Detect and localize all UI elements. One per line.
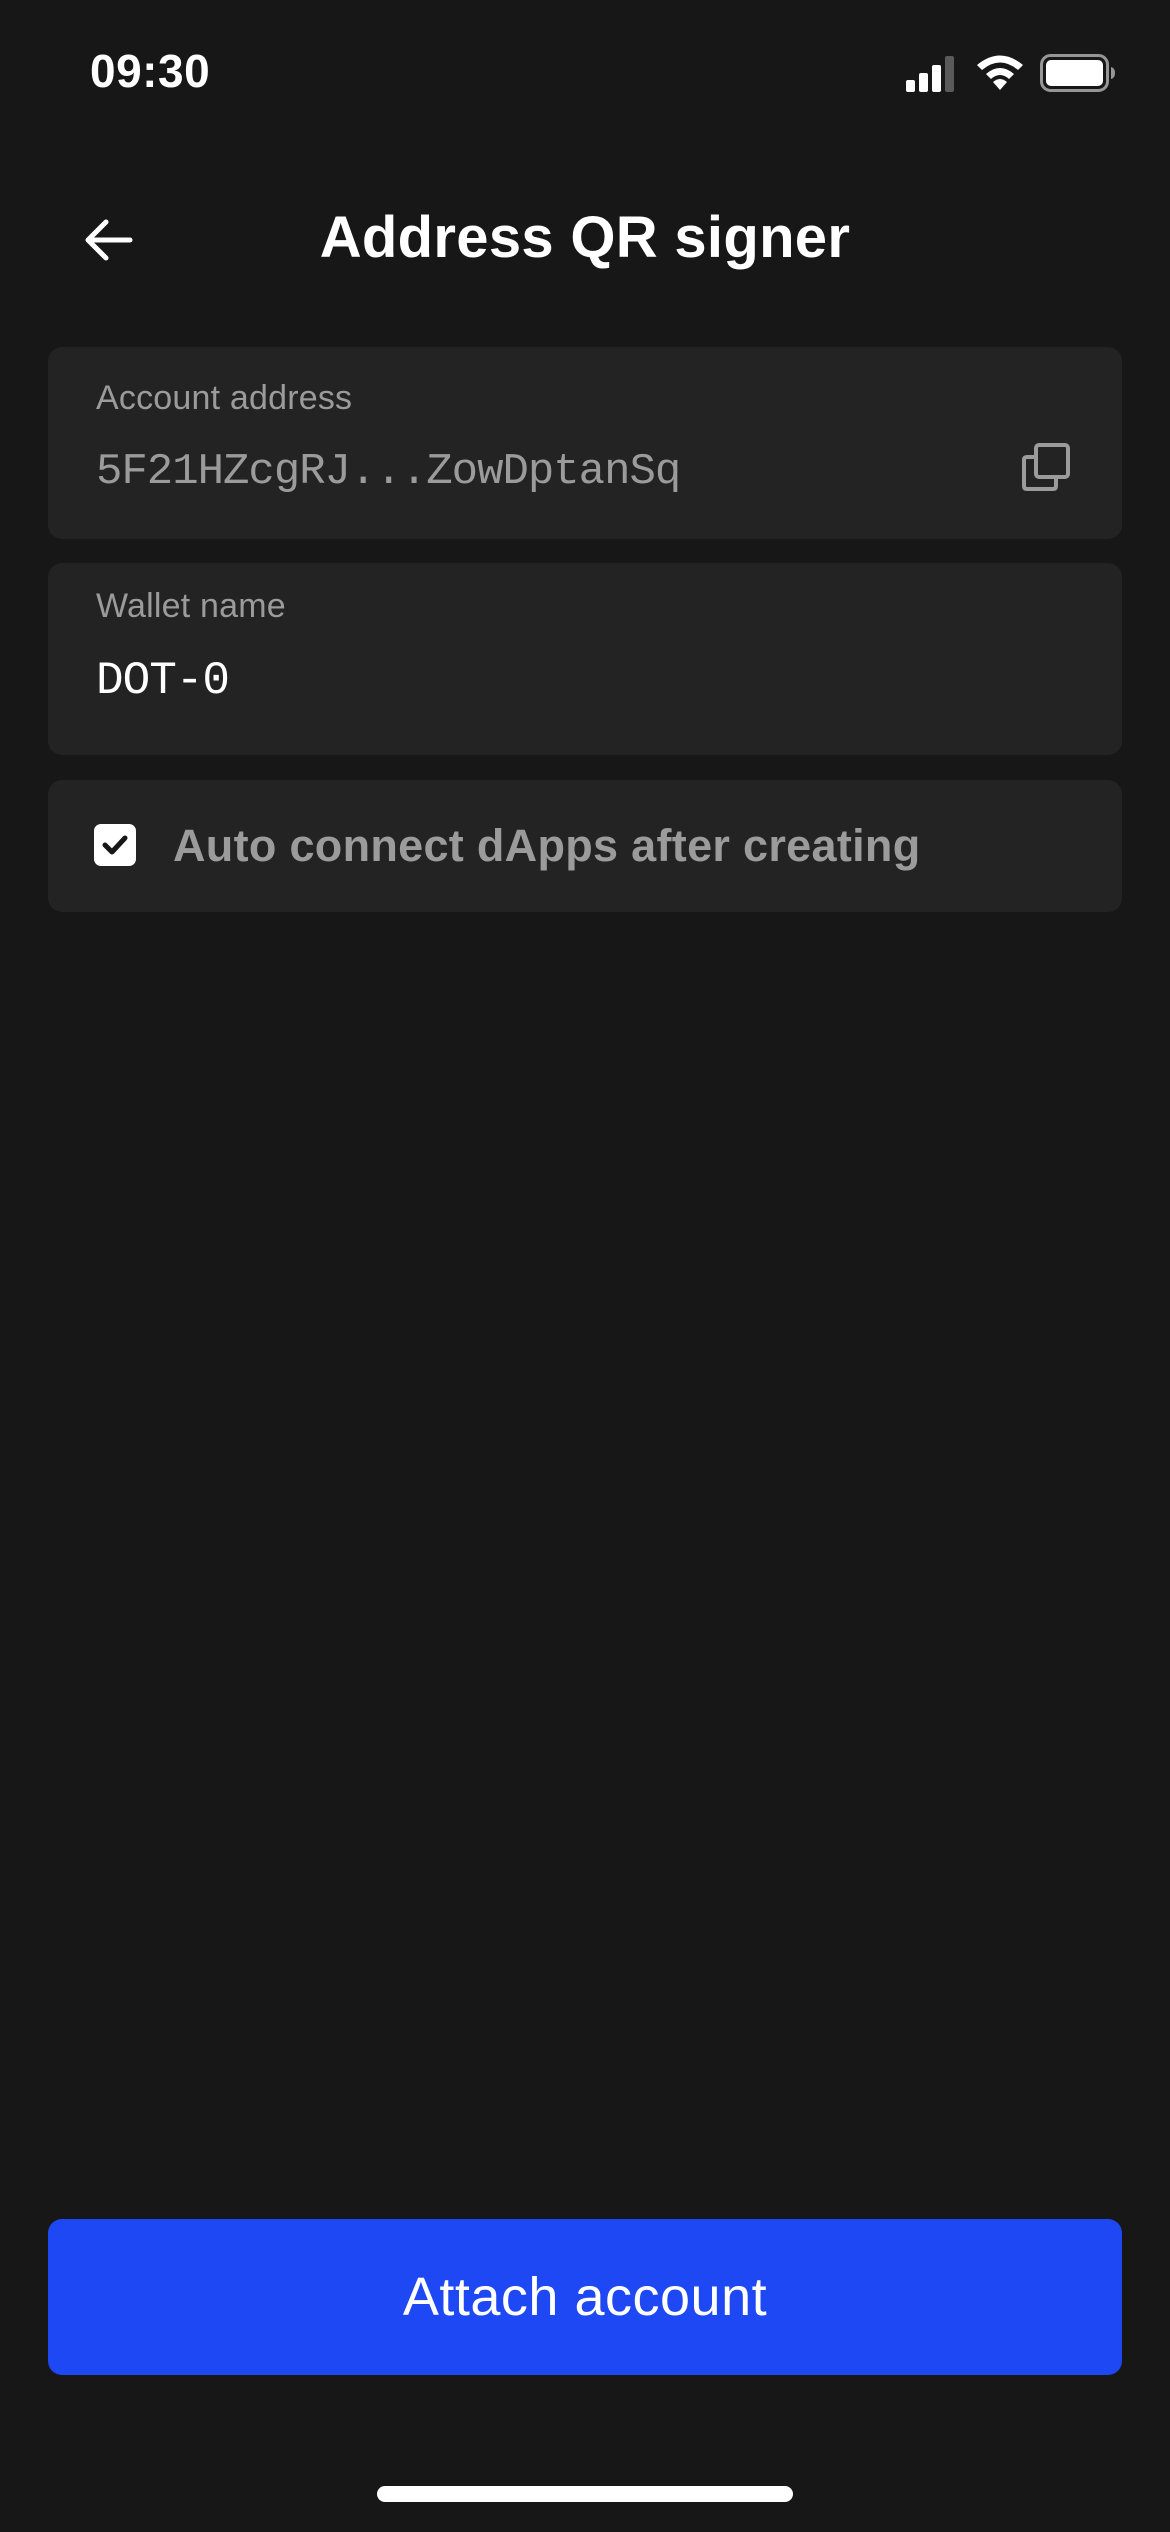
header: Address QR signer: [0, 190, 1170, 290]
account-address-value: 5F21HZcgRJ...ZowDptanSq: [96, 447, 681, 497]
wallet-name-label: Wallet name: [96, 587, 286, 625]
account-address-label: Account address: [96, 379, 353, 417]
attach-account-button[interactable]: Attach account: [48, 2219, 1122, 2375]
signal-icon: [906, 56, 954, 92]
account-address-card: Account address 5F21HZcgRJ...ZowDptanSq: [48, 347, 1122, 539]
auto-connect-checkbox[interactable]: [94, 824, 136, 866]
home-indicator: [377, 2486, 793, 2502]
wallet-name-input[interactable]: [96, 655, 1056, 707]
page-title: Address QR signer: [319, 205, 851, 270]
wallet-name-card: Wallet name: [48, 563, 1122, 755]
checkmark-icon: [102, 835, 128, 855]
auto-connect-label[interactable]: Auto connect dApps after creating: [173, 820, 920, 872]
copy-address-button[interactable]: [1020, 441, 1072, 493]
copy-icon: [1022, 443, 1070, 491]
status-time: 09:30: [90, 45, 211, 97]
battery-icon: [1040, 54, 1115, 92]
status-bar: 09:30: [0, 0, 1170, 150]
auto-connect-card[interactable]: Auto connect dApps after creating: [48, 780, 1122, 912]
wifi-icon: [977, 55, 1023, 90]
